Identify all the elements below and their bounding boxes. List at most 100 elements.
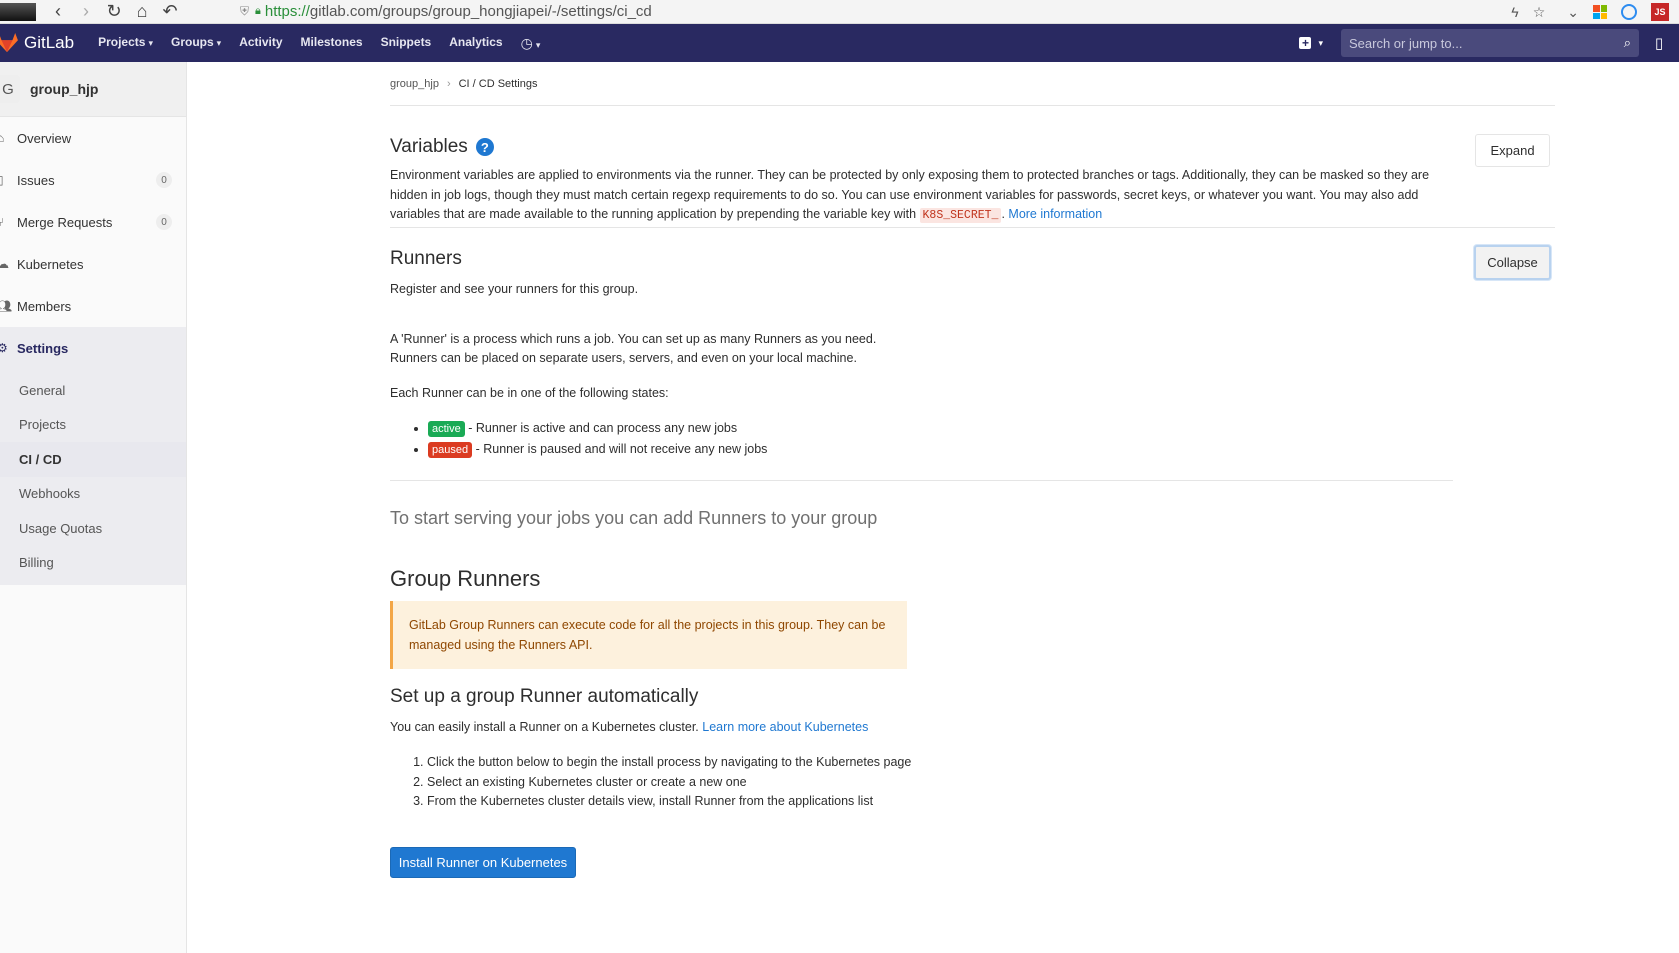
variables-description: Environment variables are applied to env… — [390, 168, 1430, 223]
list-item: Select an existing Kubernetes cluster or… — [427, 773, 920, 793]
reload-icon[interactable]: ↻ — [100, 1, 128, 23]
lock-icon: 🔒︎ — [255, 4, 261, 17]
tab-thumbnail[interactable] — [0, 2, 36, 21]
nav-groups[interactable]: Groups ▾ — [171, 35, 221, 52]
merge-requests-count-badge: 0 — [156, 214, 172, 230]
runner-states-list: active - Runner is active and can proces… — [390, 418, 1450, 460]
group-avatar: G — [0, 75, 20, 103]
js-extension-icon[interactable]: JS — [1651, 3, 1669, 21]
runners-subtitle: Register and see your runners for this g… — [390, 282, 639, 296]
runners-section: Runners Register and see your runners fo… — [390, 248, 1450, 460]
group-runners-warning: GitLab Group Runners can execute code fo… — [390, 601, 907, 669]
star-icon[interactable]: ☆ — [1533, 4, 1546, 21]
sidebar-subitem-usage-quotas[interactable]: Usage Quotas — [0, 511, 186, 546]
question-icon[interactable]: ? — [475, 138, 494, 156]
runners-intro-1: A 'Runner' is a process which runs a job… — [390, 331, 877, 346]
sidebar-item-kubernetes[interactable]: ☁ Kubernetes — [0, 243, 186, 285]
runners-intro-2: Runners can be placed on separate users,… — [390, 351, 857, 365]
k8s-secret-code: K8S_SECRET_ — [919, 208, 1002, 223]
issues-count-badge: 0 — [156, 172, 172, 188]
collapse-button[interactable]: Collapse — [1474, 245, 1551, 280]
group-name: group_hjp — [30, 81, 99, 97]
url-path: gitlab.com/groups/group_hongjiapei/-/set… — [309, 2, 652, 20]
variables-heading: Variables ? — [390, 136, 1450, 158]
nav-projects[interactable]: Projects ▾ — [98, 35, 153, 52]
sidebar-item-settings[interactable]: ⚙ Settings — [0, 327, 186, 369]
settings-submenu: General Projects CI / CD Webhooks Usage … — [0, 369, 186, 585]
sidebar-subitem-general[interactable]: General — [0, 373, 186, 408]
sidebar-subitem-projects[interactable]: Projects — [0, 408, 186, 443]
lightning-icon[interactable]: ϟ — [1511, 4, 1518, 20]
nav-analytics[interactable]: Analytics — [449, 35, 502, 52]
list-item: Click the button below to begin the inst… — [427, 753, 920, 773]
todos-icon[interactable]: ▯ — [1639, 34, 1679, 52]
runners-states-intro: Each Runner can be in one of the followi… — [390, 385, 669, 400]
nav-milestones[interactable]: Milestones — [301, 35, 363, 52]
chevron-right-icon: › — [446, 77, 451, 90]
browser-toolbar: ‹ › ↻ ⌂ ↶ ⛨ 🔒︎ https://gitlab.com/groups… — [0, 0, 1679, 24]
start-serving-text: To start serving your jobs you can add R… — [390, 508, 878, 528]
chevron-down-icon: ▾ — [535, 39, 541, 50]
issues-icon: ▯ — [0, 173, 4, 187]
undo-icon[interactable]: ↶ — [156, 1, 184, 23]
extension-circle-icon[interactable] — [1621, 4, 1637, 20]
chevron-down-icon: ▾ — [216, 37, 222, 48]
search-input[interactable]: Search or jump to... ⌕ — [1341, 29, 1639, 57]
runners-title: Runners — [390, 248, 462, 269]
sidebar-group-header[interactable]: G group_hjp — [0, 62, 186, 117]
search-placeholder: Search or jump to... — [1349, 35, 1463, 51]
sidebar-item-issues[interactable]: ▯ Issues 0 — [0, 159, 186, 201]
gitlab-fox-icon — [0, 33, 18, 53]
address-bar[interactable]: ⛨ 🔒︎ https://gitlab.com/groups/group_hon… — [240, 0, 652, 22]
learn-more-kubernetes-link[interactable]: Learn more about Kubernetes — [702, 720, 868, 734]
list-item: From the Kubernetes cluster details view… — [427, 792, 920, 812]
search-icon: ⌕ — [1623, 35, 1631, 50]
setup-runner-title: Set up a group Runner automatically — [390, 686, 699, 707]
url-protocol: https:// — [264, 2, 310, 20]
brand-name: GitLab — [24, 33, 75, 52]
plus-icon: + — [1299, 37, 1312, 49]
sidebar-item-members[interactable]: 👥︎ Members — [0, 285, 186, 327]
setup-steps-list: Click the button below to begin the inst… — [390, 753, 920, 812]
breadcrumb-group-link[interactable]: group_hjp — [390, 78, 439, 90]
nav-snippets[interactable]: Snippets — [381, 35, 432, 52]
more-information-link[interactable]: More information — [1008, 207, 1102, 221]
expand-button[interactable]: Expand — [1475, 134, 1550, 167]
home-icon[interactable]: ⌂ — [128, 1, 156, 23]
variables-section: Variables ? Environment variables are ap… — [390, 136, 1450, 226]
chevron-down-icon[interactable]: ⌄ — [1567, 4, 1579, 21]
group-runners-title: Group Runners — [390, 566, 541, 591]
gitlab-logo[interactable]: GitLab — [0, 33, 74, 53]
list-item: active - Runner is active and can proces… — [428, 418, 1450, 439]
sidebar-subitem-ci-cd[interactable]: CI / CD — [0, 442, 186, 477]
divider — [390, 480, 1453, 481]
nav-activity[interactable]: Activity — [239, 35, 282, 52]
paused-badge: paused — [428, 442, 473, 458]
chevron-down-icon: ▾ — [1318, 37, 1323, 48]
back-icon[interactable]: ‹ — [44, 1, 72, 23]
sidebar: G group_hjp ⌂ Overview ▯ Issues 0 ⑂ Merg… — [0, 62, 187, 953]
sidebar-subitem-billing[interactable]: Billing — [0, 546, 186, 581]
home-icon: ⌂ — [0, 131, 5, 145]
breadcrumb: group_hjp › CI / CD Settings — [390, 62, 1555, 106]
shield-icon: ⛨ — [240, 3, 250, 18]
top-navbar: GitLab Projects ▾ Groups ▾ Activity Milest… — [0, 24, 1679, 62]
merge-request-icon: ⑂ — [0, 215, 5, 229]
list-item: paused - Runner is paused and will not r… — [428, 439, 1450, 460]
breadcrumb-current[interactable]: CI / CD Settings — [459, 78, 538, 90]
chevron-down-icon: ▾ — [148, 37, 153, 48]
windows-icon[interactable] — [1593, 5, 1607, 19]
cloud-icon: ☁ — [0, 257, 9, 271]
main-content: group_hjp › CI / CD Settings Variables ?… — [390, 62, 1555, 878]
sidebar-item-overview[interactable]: ⌂ Overview — [0, 117, 186, 159]
install-runner-button[interactable]: Install Runner on Kubernetes — [390, 847, 576, 878]
forward-icon[interactable]: › — [72, 1, 100, 23]
gear-icon: ⚙ — [0, 341, 8, 355]
setup-runner-description: You can easily install a Runner on a Kub… — [390, 720, 869, 734]
variables-title: Variables — [390, 136, 468, 157]
sidebar-subitem-webhooks[interactable]: Webhooks — [0, 477, 186, 512]
nav-gauge-dropdown[interactable]: ◷ ▾ — [521, 35, 541, 52]
sidebar-item-merge-requests[interactable]: ⑂ Merge Requests 0 — [0, 201, 186, 243]
active-badge: active — [428, 421, 465, 437]
new-dropdown-button[interactable]: + ▾ — [1299, 37, 1323, 49]
